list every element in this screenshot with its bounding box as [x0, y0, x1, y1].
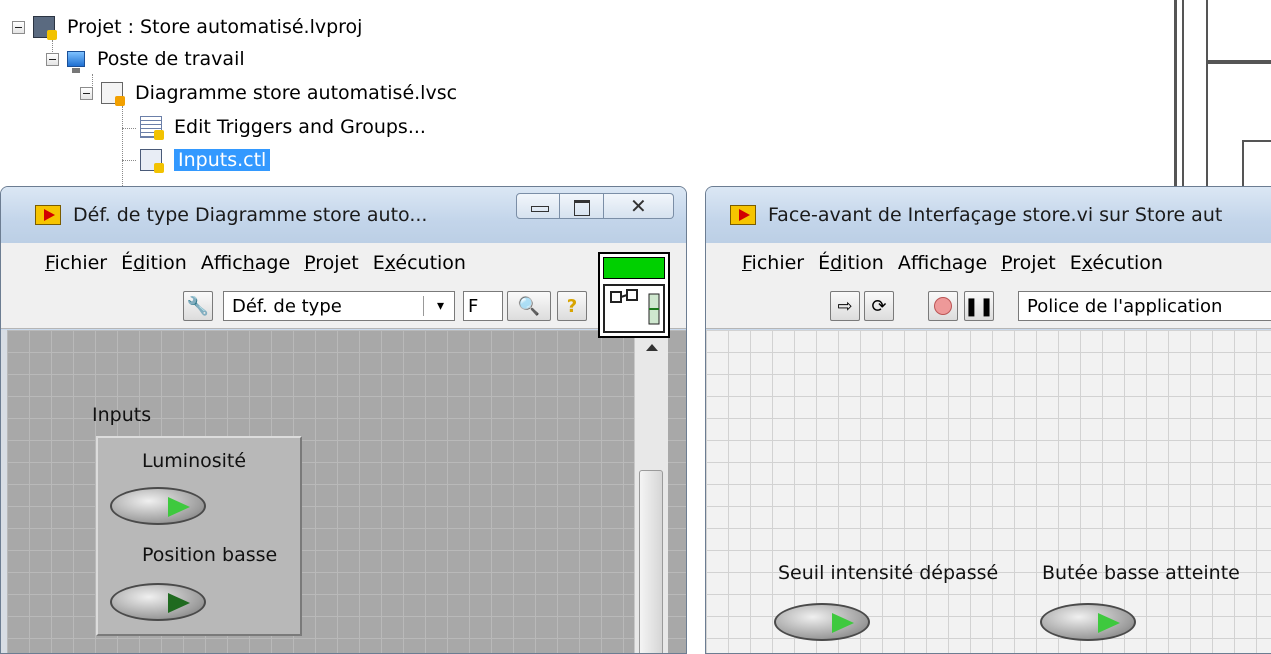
window-controls: ✕	[516, 193, 674, 219]
tree-item-edit-triggers[interactable]: Edit Triggers and Groups...	[140, 112, 426, 142]
edit-triggers-icon	[140, 116, 164, 140]
tree-connector	[122, 128, 136, 129]
tree-connector	[122, 106, 123, 190]
help-icon[interactable]: ?	[557, 291, 587, 321]
led-position-basse[interactable]	[110, 583, 206, 621]
minimize-button[interactable]	[516, 193, 560, 219]
font-select[interactable]: F	[463, 291, 503, 321]
menu-affichage[interactable]: Affichage	[898, 252, 1001, 274]
project-icon	[33, 16, 57, 40]
scroll-up-icon[interactable]	[646, 344, 658, 351]
close-button[interactable]: ✕	[604, 193, 674, 219]
vertical-scrollbar[interactable]	[634, 330, 668, 653]
tree-item-label: Projet : Store automatisé.lvproj	[67, 16, 363, 38]
tree-item-label: Inputs.ctl	[174, 149, 271, 171]
tree-item-project[interactable]: Projet : Store automatisé.lvproj	[12, 12, 362, 42]
front-panel[interactable]	[706, 330, 1271, 653]
led-indicator-icon	[168, 593, 190, 613]
close-icon: ✕	[630, 194, 647, 218]
menu-projet[interactable]: Projet	[304, 252, 373, 274]
menu-affichage[interactable]: Affichage	[201, 252, 304, 274]
toolbar: ⇨ ⟳ ❚❚ Police de l'application	[706, 283, 1271, 329]
connector-pane-icon	[603, 284, 665, 333]
toolbar: 🔧 Déf. de type ▾ F 🔍 ?	[1, 283, 686, 329]
cluster-label: Inputs	[92, 404, 152, 426]
vi-icon-connector-pane[interactable]	[598, 252, 670, 338]
search-icon[interactable]: 🔍	[507, 291, 551, 321]
tree-connector	[122, 160, 136, 161]
window-title: Face-avant de Interfaçage store.vi sur S…	[768, 204, 1223, 226]
title-bar[interactable]: Face-avant de Interfaçage store.vi sur S…	[706, 187, 1271, 243]
led-indicator-icon	[1098, 613, 1120, 633]
led-luminosite[interactable]	[110, 487, 206, 525]
menu-execution[interactable]: Exécution	[373, 252, 480, 274]
led-label-butee: Butée basse atteinte	[1042, 562, 1240, 584]
menu-fichier[interactable]: Fichier	[45, 252, 121, 274]
tree-item-label: Poste de travail	[97, 48, 245, 70]
led-label-luminosite: Luminosité	[142, 450, 247, 472]
tree-item-label: Diagramme store automatisé.lvsc	[135, 82, 458, 104]
menu-bar: Fichier Édition Affichage Projet Exécuti…	[706, 243, 1271, 283]
project-tree: Projet : Store automatisé.lvproj Poste d…	[0, 0, 1160, 190]
collapse-icon[interactable]	[12, 20, 25, 34]
menu-edition[interactable]: Édition	[818, 252, 898, 274]
typedef-select-value: Déf. de type	[232, 295, 342, 317]
background-window	[1170, 0, 1271, 195]
led-label-seuil: Seuil intensité dépassé	[778, 562, 999, 584]
labview-icon	[730, 205, 756, 225]
menu-edition[interactable]: Édition	[121, 252, 201, 274]
tree-item-inputs-ctl[interactable]: Inputs.ctl	[140, 145, 271, 175]
led-seuil-intensite[interactable]	[774, 603, 870, 641]
collapse-icon[interactable]	[46, 52, 59, 66]
maximize-button[interactable]	[560, 193, 604, 219]
typedef-select[interactable]: Déf. de type ▾	[223, 291, 455, 321]
control-file-icon	[140, 149, 164, 173]
window-title: Déf. de type Diagramme store auto...	[73, 204, 428, 226]
title-bar[interactable]: Déf. de type Diagramme store auto... ✕	[1, 187, 686, 243]
tree-item-label: Edit Triggers and Groups...	[174, 116, 426, 138]
run-continuously-icon[interactable]: ⟳	[864, 291, 894, 321]
led-butee-basse[interactable]	[1040, 603, 1136, 641]
scroll-thumb[interactable]	[639, 470, 663, 653]
tree-item-workstation[interactable]: Poste de travail	[46, 44, 245, 74]
font-select-value: F	[468, 295, 479, 317]
menu-bar: Fichier Édition Affichage Projet Exécuti…	[1, 243, 686, 283]
pause-icon[interactable]: ❚❚	[964, 291, 994, 321]
led-indicator-icon	[168, 497, 190, 517]
wrench-icon[interactable]: 🔧	[183, 291, 213, 321]
tree-item-statechart[interactable]: Diagramme store automatisé.lvsc	[80, 78, 457, 108]
labview-icon	[35, 205, 61, 225]
font-select-value: Police de l'application	[1027, 295, 1223, 317]
vi-icon	[603, 257, 665, 279]
collapse-icon[interactable]	[80, 86, 93, 100]
computer-icon	[67, 51, 85, 73]
menu-projet[interactable]: Projet	[1001, 252, 1070, 274]
statechart-icon	[101, 82, 125, 106]
font-select[interactable]: Police de l'application	[1018, 291, 1271, 321]
menu-execution[interactable]: Exécution	[1070, 252, 1177, 274]
led-indicator-icon	[832, 613, 854, 633]
run-icon[interactable]: ⇨	[830, 291, 860, 321]
chevron-down-icon: ▾	[436, 298, 444, 314]
abort-icon[interactable]	[928, 291, 958, 321]
menu-fichier[interactable]: Fichier	[742, 252, 818, 274]
led-label-position-basse: Position basse	[142, 544, 278, 566]
